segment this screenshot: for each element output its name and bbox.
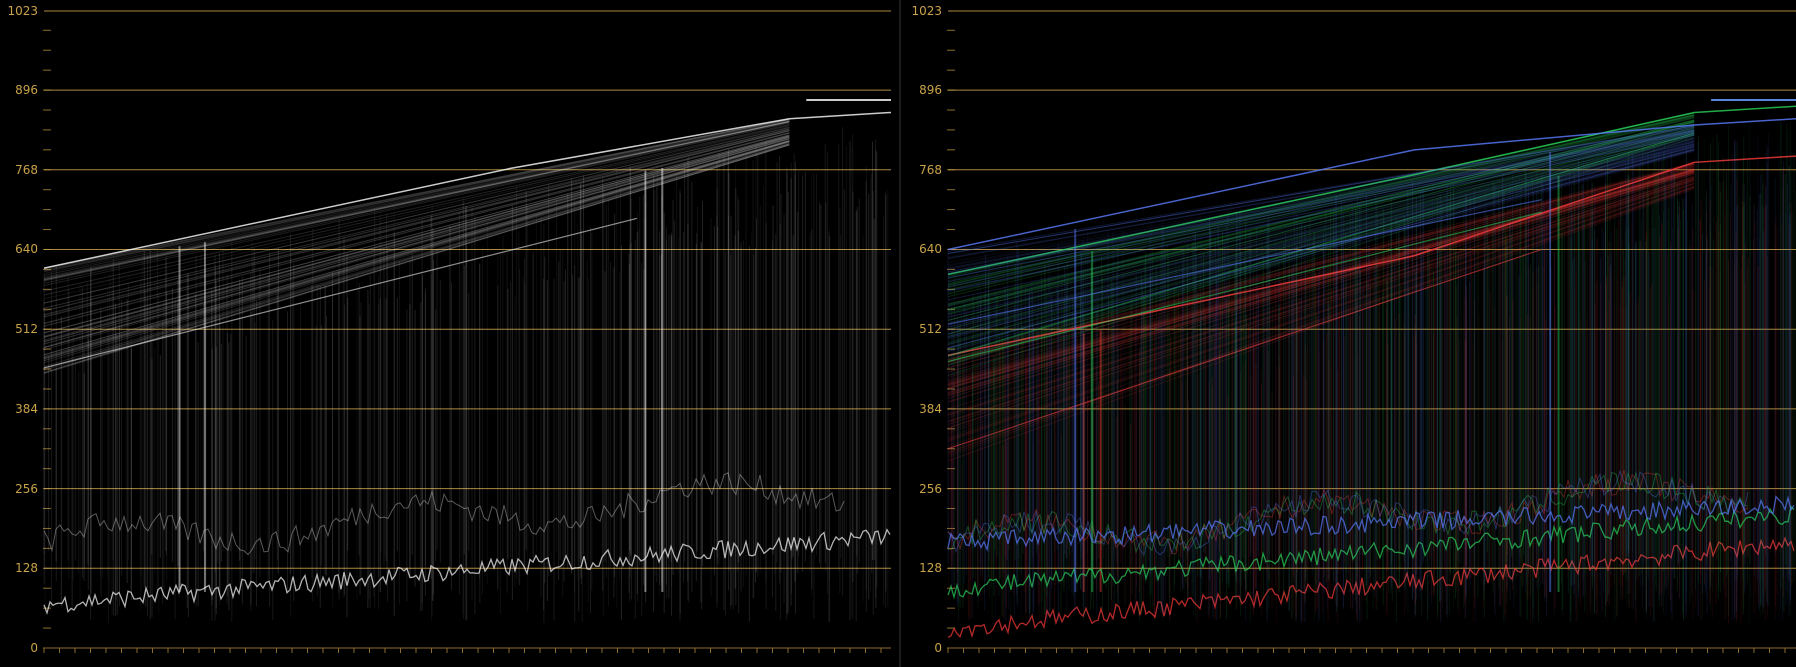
luma-scale-label: 128 xyxy=(15,561,38,576)
luma-scale-label: 640 xyxy=(15,242,38,257)
rgb-scale-label: 1023 xyxy=(911,4,942,18)
rgb-scale-label: 128 xyxy=(919,561,942,576)
rgb-waveform-panel: 1023 896 768 640 512 384 256 128 0 xyxy=(901,0,1796,667)
luma-waveform-panel: 1023 896 768 640 512 384 256 128 0 xyxy=(0,0,899,667)
luma-scale-label: 768 xyxy=(15,162,38,177)
rgb-scale-label: 896 xyxy=(919,83,942,98)
luma-trace xyxy=(43,99,892,623)
luma-scale-label: 256 xyxy=(15,481,38,496)
luma-waveform-plot xyxy=(43,10,892,653)
luma-scale-label: 384 xyxy=(15,401,38,416)
luma-scale-label: 896 xyxy=(15,83,38,98)
luma-scale-label: 1023 xyxy=(7,4,38,18)
luma-scale-label: 0 xyxy=(30,641,38,655)
rgb-waveform-plot xyxy=(947,10,1796,653)
rgb-scale-label: 384 xyxy=(919,401,942,416)
rgb-scale-label: 768 xyxy=(919,162,942,177)
rgb-scale-label: 640 xyxy=(919,242,942,257)
rgb-scale-label: 0 xyxy=(934,641,942,655)
rgb-scale-label: 256 xyxy=(919,481,942,496)
luma-scale-label: 512 xyxy=(15,322,38,337)
rgb-scale-label: 512 xyxy=(919,322,942,337)
